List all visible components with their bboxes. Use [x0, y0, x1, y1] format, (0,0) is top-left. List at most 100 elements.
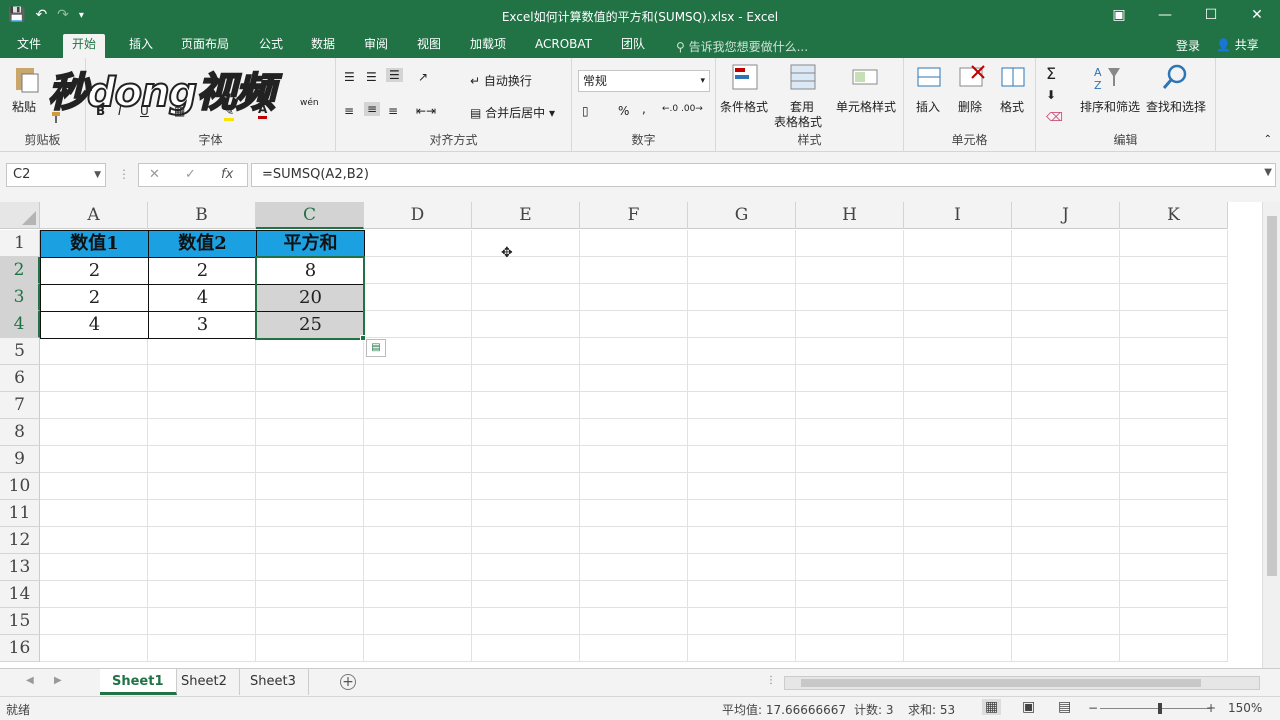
cell[interactable] — [364, 365, 472, 392]
cell[interactable] — [364, 446, 472, 473]
tab-acrobat[interactable]: ACROBAT — [526, 34, 601, 58]
cell[interactable] — [1012, 311, 1120, 338]
horizontal-scroll-thumb[interactable] — [801, 679, 1201, 687]
cell[interactable] — [1012, 257, 1120, 284]
cell[interactable] — [1012, 338, 1120, 365]
horizontal-scrollbar[interactable] — [784, 676, 1260, 690]
cell[interactable] — [364, 230, 472, 257]
tab-data[interactable]: 数据 — [302, 34, 344, 58]
tab-addins[interactable]: 加载项 — [461, 34, 515, 58]
cell[interactable] — [688, 446, 796, 473]
cell[interactable] — [580, 419, 688, 446]
cell[interactable] — [148, 527, 256, 554]
merge-center-button[interactable]: ▤ 合并后居中 ▾ — [470, 104, 555, 121]
cell[interactable] — [580, 338, 688, 365]
normal-view-icon[interactable]: ▦ — [982, 699, 1002, 715]
find-select-icon[interactable] — [1160, 62, 1190, 92]
row-header-2[interactable]: 2 — [0, 257, 40, 284]
cell[interactable] — [796, 473, 904, 500]
cell[interactable] — [796, 257, 904, 284]
table-header-cell[interactable]: 数值1 — [40, 230, 149, 258]
cell[interactable] — [688, 392, 796, 419]
cell[interactable] — [1012, 500, 1120, 527]
cell[interactable] — [1012, 446, 1120, 473]
cell[interactable] — [688, 473, 796, 500]
number-format-select[interactable]: 常规 ▾ — [578, 70, 710, 92]
cell[interactable] — [40, 500, 148, 527]
cell[interactable] — [256, 446, 364, 473]
insert-cells-button[interactable]: 插入 — [916, 98, 940, 115]
cell[interactable] — [40, 446, 148, 473]
row-header-9[interactable]: 9 — [0, 446, 40, 473]
table-data-cell[interactable]: 3 — [148, 311, 257, 339]
cell[interactable] — [796, 419, 904, 446]
cell[interactable] — [580, 230, 688, 257]
cell[interactable] — [904, 473, 1012, 500]
maximize-button[interactable]: ☐ — [1188, 0, 1234, 30]
formula-input[interactable]: =SUMSQ(A2,B2) — [251, 163, 1276, 187]
cell[interactable] — [1120, 257, 1228, 284]
cell[interactable] — [472, 446, 580, 473]
cell[interactable] — [1120, 635, 1228, 662]
cell[interactable] — [148, 473, 256, 500]
cell[interactable] — [688, 230, 796, 257]
row-header-7[interactable]: 7 — [0, 392, 40, 419]
row-header-13[interactable]: 13 — [0, 554, 40, 581]
row-header-16[interactable]: 16 — [0, 635, 40, 662]
cell[interactable] — [796, 608, 904, 635]
format-as-table-label-2[interactable]: 表格格式 — [774, 113, 822, 130]
cell[interactable] — [580, 635, 688, 662]
cell[interactable] — [904, 500, 1012, 527]
select-all-button[interactable] — [0, 202, 40, 229]
wrap-text-button[interactable]: ↵ 自动换行 — [470, 72, 532, 89]
paste-button[interactable]: 粘贴 — [12, 98, 36, 115]
cell[interactable] — [796, 581, 904, 608]
cell[interactable] — [364, 257, 472, 284]
format-as-table-icon[interactable] — [788, 62, 818, 92]
cell[interactable] — [1120, 554, 1228, 581]
cell[interactable] — [148, 554, 256, 581]
minimize-button[interactable]: — — [1142, 0, 1188, 30]
align-bottom-icon[interactable]: ☰ — [386, 68, 403, 82]
cell[interactable] — [1120, 338, 1228, 365]
cell[interactable] — [1120, 446, 1228, 473]
column-header-d[interactable]: D — [364, 202, 472, 229]
name-box-dropdown-icon[interactable]: ▼ — [94, 164, 101, 186]
bold-button[interactable]: B — [96, 104, 105, 118]
enter-icon[interactable]: ✓ — [185, 167, 196, 182]
tab-review[interactable]: 审阅 — [355, 34, 397, 58]
cell[interactable] — [580, 581, 688, 608]
cell[interactable] — [364, 392, 472, 419]
page-layout-view-icon[interactable]: ▣ — [1022, 699, 1035, 715]
cell[interactable] — [796, 230, 904, 257]
cell[interactable] — [148, 392, 256, 419]
cell[interactable] — [472, 500, 580, 527]
cell[interactable] — [1012, 473, 1120, 500]
align-center-icon[interactable]: ≡ — [364, 102, 381, 116]
accounting-format-icon[interactable]: ▯ — [582, 104, 589, 118]
row-header-5[interactable]: 5 — [0, 338, 40, 365]
row-header-4[interactable]: 4 — [0, 311, 40, 338]
tell-me-input[interactable]: ⚲ 告诉我您想要做什么... — [676, 38, 808, 55]
cell[interactable] — [1120, 500, 1228, 527]
cell[interactable] — [1120, 230, 1228, 257]
cell[interactable] — [904, 608, 1012, 635]
format-cells-icon[interactable] — [998, 62, 1028, 92]
cell[interactable] — [256, 473, 364, 500]
cell-styles-button[interactable]: 单元格样式 — [836, 98, 896, 115]
table-data-cell[interactable]: 20 — [256, 284, 365, 312]
column-header-b[interactable]: B — [148, 202, 256, 229]
collapse-ribbon-icon[interactable]: ⌃ — [1264, 134, 1272, 145]
cell[interactable] — [688, 284, 796, 311]
column-header-f[interactable]: F — [580, 202, 688, 229]
cell[interactable] — [40, 365, 148, 392]
cell[interactable] — [1012, 392, 1120, 419]
cell[interactable] — [1012, 419, 1120, 446]
cell[interactable] — [148, 608, 256, 635]
column-header-h[interactable]: H — [796, 202, 904, 229]
delete-cells-button[interactable]: 删除 — [958, 98, 982, 115]
tab-file[interactable]: 文件 — [8, 34, 50, 58]
next-sheet-icon[interactable]: ▶ — [54, 675, 62, 686]
cell[interactable] — [796, 554, 904, 581]
format-cells-button[interactable]: 格式 — [1000, 98, 1024, 115]
